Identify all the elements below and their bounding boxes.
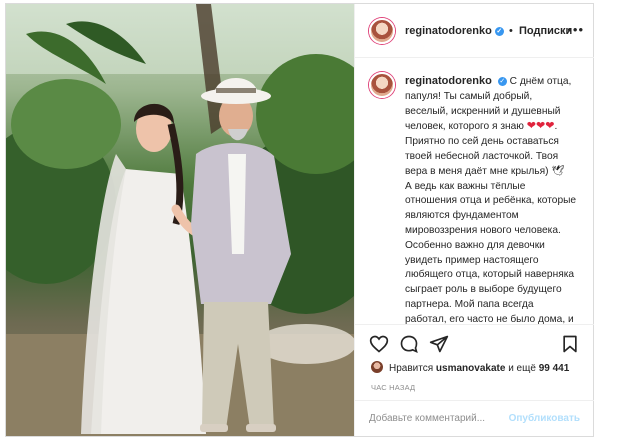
- caption-avatar[interactable]: [369, 72, 395, 98]
- more-options-icon[interactable]: •••: [567, 22, 584, 37]
- author-username-text[interactable]: reginatodorenko: [405, 25, 492, 37]
- comment-input[interactable]: [369, 413, 509, 424]
- heart-emoji-icon: ❤❤❤: [526, 120, 555, 133]
- likes-middle: и ещё: [508, 363, 536, 374]
- liker-username[interactable]: usmanovakate: [436, 363, 505, 374]
- caption-text: reginatodorenko ✓ С днём отца, папуля! Ты…: [405, 74, 577, 324]
- likes-prefix: Нравится: [389, 363, 434, 374]
- caption-paragraph-2: А ведь как важны тёплые отношения отца и…: [405, 180, 577, 324]
- verified-badge-icon: ✓: [497, 77, 507, 86]
- instagram-post-frame: reginatodorenko ✓ • Подписки ••• reginato…: [5, 3, 594, 437]
- header-separator: •: [509, 25, 513, 37]
- likes-line: Нравится usmanovakate и ещё 99 441: [371, 361, 569, 374]
- post-timestamp[interactable]: ЧАС НАЗАД: [371, 383, 415, 392]
- caption-username[interactable]: reginatodorenko: [405, 75, 492, 87]
- liker-avatar[interactable]: [371, 361, 383, 373]
- swallow-emoji-icon: 🕊: [551, 165, 565, 177]
- comment-bubble-icon[interactable]: [399, 334, 419, 354]
- comment-box: Опубликовать: [355, 400, 594, 436]
- verified-badge-icon: ✓: [494, 27, 504, 36]
- photo-illustration: [6, 4, 354, 436]
- action-bar: [355, 324, 594, 358]
- caption-area: reginatodorenko ✓ С днём отца, папуля! Ты…: [355, 58, 594, 324]
- share-send-icon[interactable]: [429, 334, 449, 354]
- publish-button[interactable]: Опубликовать: [509, 413, 580, 424]
- post-photo[interactable]: [6, 4, 354, 436]
- like-heart-icon[interactable]: [369, 334, 389, 354]
- post-sidebar: reginatodorenko ✓ • Подписки ••• reginato…: [354, 4, 594, 436]
- likes-count[interactable]: 99 441: [539, 363, 570, 374]
- following-button[interactable]: Подписки: [519, 25, 572, 37]
- author-avatar[interactable]: [369, 18, 395, 44]
- author-username[interactable]: reginatodorenko ✓: [405, 25, 504, 37]
- bookmark-icon[interactable]: [560, 334, 580, 354]
- post-header: reginatodorenko ✓ • Подписки •••: [355, 4, 594, 58]
